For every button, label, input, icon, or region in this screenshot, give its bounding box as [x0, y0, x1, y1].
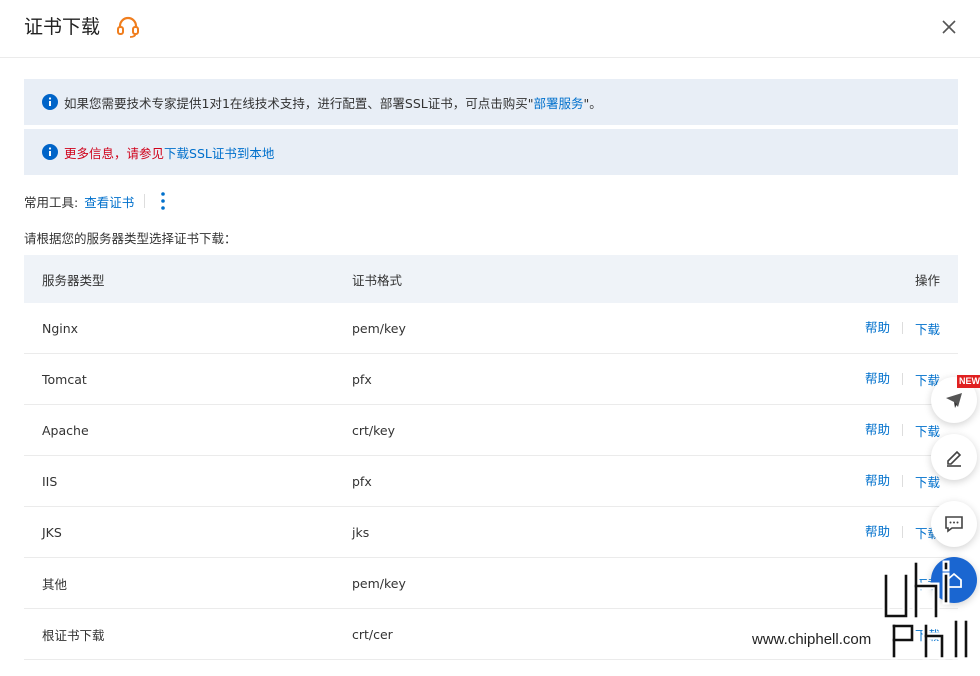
row-actions: 帮助 下载 — [865, 456, 940, 506]
divider — [901, 373, 903, 385]
table-row: Apache crt/key 帮助 下载 — [24, 405, 958, 456]
dialog-title: 证书下载 — [24, 16, 101, 38]
help-link[interactable]: 帮助 — [865, 419, 890, 438]
table-header: 服务器类型 证书格式 操作 — [24, 255, 958, 303]
help-link[interactable]: 帮助 — [865, 470, 890, 489]
row-actions: 帮助 下载 — [865, 303, 940, 353]
alert-text: 更多信息，请参见下载SSL证书到本地 — [64, 143, 274, 162]
chat-button[interactable] — [931, 501, 977, 547]
common-tools: 常用工具: 查看证书 — [24, 189, 167, 213]
instruction-text: 请根据您的服务器类型选择证书下载： — [24, 231, 237, 246]
divider — [901, 526, 903, 538]
cert-format: crt/key — [352, 422, 396, 438]
row-actions: 帮助 下载 — [865, 405, 940, 455]
divider — [901, 424, 903, 436]
new-feature-icon — [946, 393, 962, 408]
cert-format: jks — [352, 524, 370, 540]
server-type: IIS — [42, 473, 58, 489]
row-actions: 帮助 下载 — [865, 354, 940, 404]
server-type: 根证书下载 — [42, 627, 105, 643]
divider — [144, 194, 146, 208]
cert-format: pfx — [352, 473, 372, 489]
server-type-table: 服务器类型 证书格式 操作 Nginx pem/key 帮助 下载 Tomcat… — [24, 255, 958, 660]
header-format: 证书格式 — [352, 272, 403, 288]
divider — [901, 475, 903, 487]
server-type: Nginx — [42, 320, 79, 336]
server-type: Apache — [42, 422, 89, 438]
watermark-text: www.chiphell.com — [752, 631, 872, 648]
more-info-text: 更多信息，请参见 — [64, 145, 165, 161]
cert-format: pfx — [352, 371, 372, 387]
alert-suffix: "。 — [583, 95, 602, 111]
table-row: JKS jks 帮助 下载 — [24, 507, 958, 558]
table-row: 其他 pem/key 下载 — [24, 558, 958, 609]
edit-icon — [947, 450, 962, 467]
chat-icon — [945, 516, 963, 533]
cert-format: crt/cer — [352, 626, 393, 642]
table-row: Nginx pem/key 帮助 下载 — [24, 303, 958, 354]
new-badge: NEW — [957, 375, 980, 388]
help-link[interactable]: 帮助 — [865, 368, 890, 387]
deploy-service-link[interactable]: 部署服务 — [534, 96, 584, 111]
alert-message: 如果您需要技术专家提供1对1在线技术支持，进行配置、部署SSL证书，可点击购买" — [64, 95, 534, 111]
download-ssl-doc-link[interactable]: 下载SSL证书到本地 — [164, 146, 274, 161]
cert-format: pem/key — [352, 320, 406, 336]
server-type: JKS — [42, 524, 62, 540]
download-link[interactable]: 下载 — [915, 472, 940, 491]
help-link[interactable]: 帮助 — [865, 521, 890, 540]
server-type: 其他 — [42, 576, 68, 592]
feedback-button[interactable] — [931, 434, 977, 480]
close-icon[interactable] — [936, 14, 962, 40]
server-type: Tomcat — [42, 371, 87, 387]
download-link[interactable]: 下载 — [915, 421, 940, 440]
watermark-logo — [882, 560, 970, 660]
alert-text: 如果您需要技术专家提供1对1在线技术支持，进行配置、部署SSL证书，可点击购买"… — [64, 93, 602, 112]
tools-label: 常用工具: — [24, 194, 79, 210]
info-icon — [42, 144, 58, 160]
table-row: Tomcat pfx 帮助 下载 — [24, 354, 958, 405]
table-row: IIS pfx 帮助 下载 — [24, 456, 958, 507]
download-link[interactable]: 下载 — [915, 319, 940, 338]
support-headset-icon[interactable] — [115, 14, 141, 40]
cert-format: pem/key — [352, 575, 406, 591]
header-actions: 操作 — [914, 272, 940, 288]
divider — [901, 322, 903, 334]
more-vertical-icon[interactable] — [159, 191, 167, 211]
more-info-alert: 更多信息，请参见下载SSL证书到本地 — [24, 129, 958, 175]
view-cert-link[interactable]: 查看证书 — [84, 192, 134, 211]
info-icon — [42, 94, 58, 110]
tech-support-alert: 如果您需要技术专家提供1对1在线技术支持，进行配置、部署SSL证书，可点击购买"… — [24, 79, 958, 125]
help-link[interactable]: 帮助 — [865, 317, 890, 336]
row-actions: 帮助 下载 — [865, 507, 940, 557]
dialog-header: 证书下载 — [0, 0, 980, 58]
header-server-type: 服务器类型 — [42, 272, 105, 288]
